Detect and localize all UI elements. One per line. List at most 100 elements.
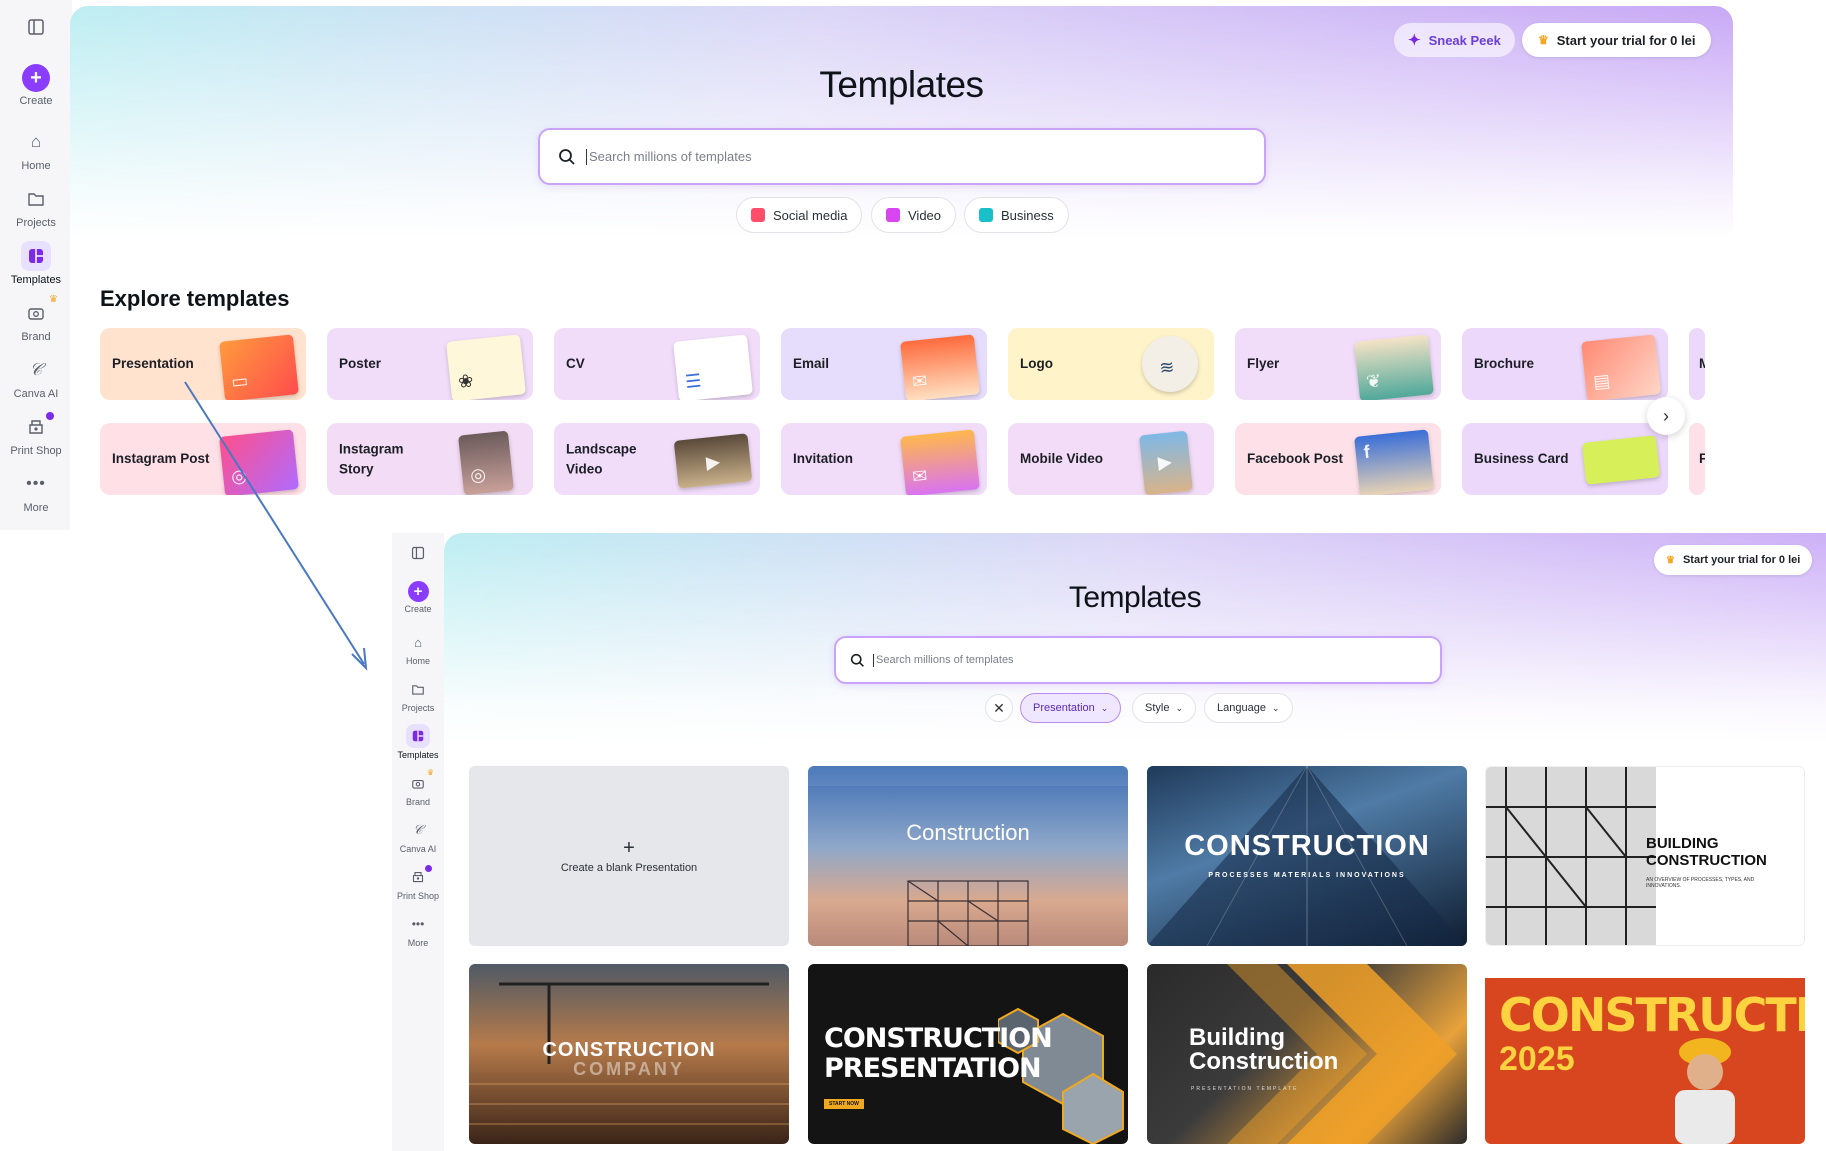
search-input[interactable]: Search millions of templates — [834, 636, 1442, 684]
templates-home-panel: ✦ Sneak Peek ♛ Start your trial for 0 le… — [70, 6, 1733, 536]
search-icon — [559, 148, 575, 165]
canva-ai-icon: 𝒞 — [29, 360, 43, 380]
category-brochure[interactable]: Brochure ▤ — [1462, 328, 1668, 400]
filter-presentation[interactable]: Presentation ⌄ — [1020, 693, 1122, 723]
template-card[interactable]: Construction — [808, 766, 1128, 946]
more-icon: ••• — [411, 917, 425, 931]
category-business-card[interactable]: Business Card — [1462, 423, 1668, 495]
chip-video[interactable]: Video — [871, 197, 957, 233]
presentation-thumbnail: ▭ — [219, 334, 299, 400]
sidebar-item-home[interactable]: ⌂ Home — [392, 630, 444, 667]
sidebar-item-print-shop[interactable]: Print Shop — [0, 412, 72, 457]
slides-icon: ▭ — [230, 370, 250, 392]
template-subtitle: AN OVERVIEW OF PROCESSES, TYPES, AND INN… — [1646, 877, 1755, 889]
sidebar-bottom: + Create ⌂ Home Projects Templates ♛ Bra… — [392, 533, 444, 1151]
filter-style[interactable]: Style ⌄ — [1132, 693, 1197, 723]
email-thumbnail: ✉ — [900, 334, 980, 400]
sparkle-icon: ✦ — [1408, 32, 1421, 49]
mobile-video-thumbnail: ▶ — [1138, 430, 1194, 495]
category-invitation[interactable]: Invitation ✉ — [781, 423, 987, 495]
templates-icon — [406, 724, 430, 748]
carousel-next-button[interactable]: › — [1647, 397, 1685, 435]
flyer-thumbnail: ❦ — [1354, 334, 1434, 400]
category-facebook-post[interactable]: Facebook Post f — [1235, 423, 1441, 495]
search-input[interactable]: Search millions of templates — [538, 128, 1266, 185]
clear-filters-button[interactable]: ✕ — [985, 694, 1013, 722]
sidebar-item-brand[interactable]: ♛ Brand — [392, 768, 444, 807]
template-title: CONSTRUCTION PRESENTATION — [824, 1023, 1053, 1084]
chip-social-media[interactable]: Social media — [736, 197, 863, 233]
text-cursor — [873, 653, 874, 667]
sidebar-item-label: Projects — [16, 217, 56, 229]
category-label: Business Card — [1474, 451, 1569, 467]
template-card[interactable]: CONSTRUCTION PROCESSES MATERIALS INNOVAT… — [1147, 766, 1467, 946]
cv-thumbnail: ☰ — [673, 334, 753, 400]
category-landscape-video[interactable]: Landscape Video ▶ — [554, 423, 760, 495]
sidebar-item-label: More — [407, 938, 429, 948]
brochure-thumbnail: ▤ — [1581, 334, 1661, 400]
category-label: Poster — [339, 356, 382, 372]
template-card[interactable]: CONSTRUCTION 2025 — [1485, 964, 1805, 1144]
sidebar-item-projects[interactable]: Projects — [0, 184, 72, 229]
chip-label: Social media — [773, 207, 848, 223]
template-card[interactable]: Building Construction PRESENTATION TEMPL… — [1147, 964, 1467, 1144]
resume-icon: ☰ — [684, 370, 703, 392]
chip-label: Business — [1001, 207, 1054, 223]
sidebar-item-projects[interactable]: Projects — [392, 677, 444, 713]
sidebar-toggle[interactable] — [0, 12, 72, 42]
category-more-partial[interactable]: M — [1689, 328, 1705, 400]
sidebar-item-more[interactable]: ••• More — [0, 469, 72, 514]
start-trial-button[interactable]: ♛ Start your trial for 0 lei — [1522, 23, 1712, 57]
sidebar-item-canva-ai[interactable]: 𝒞 Canva AI — [392, 818, 444, 855]
plus-icon: + — [623, 837, 635, 859]
category-email[interactable]: Email ✉ — [781, 328, 987, 400]
template-subtitle: PROCESSES MATERIALS INNOVATIONS — [1208, 872, 1406, 879]
sidebar-item-canva-ai[interactable]: 𝒞 Canva AI — [0, 355, 72, 400]
category-poster[interactable]: Poster ❀ — [327, 328, 533, 400]
create-blank-card[interactable]: + Create a blank Presentation — [469, 766, 789, 946]
sidebar-item-home[interactable]: ⌂ Home — [0, 127, 72, 172]
start-trial-button[interactable]: ♛ Start your trial for 0 lei — [1654, 545, 1813, 575]
template-year: 2025 — [1499, 1040, 1575, 1078]
sidebar-item-print-shop[interactable]: Print Shop — [392, 865, 444, 901]
sidebar-item-label: Create — [404, 604, 432, 614]
sidebar-item-label: Templates — [397, 750, 439, 760]
sidebar-item-templates[interactable]: Templates — [0, 241, 72, 286]
sidebar-toggle[interactable] — [392, 541, 444, 565]
search-placeholder: Search millions of templates — [876, 654, 1014, 666]
chip-business[interactable]: Business — [964, 197, 1069, 233]
template-card[interactable]: CONSTRUCTION COMPANY — [469, 964, 789, 1144]
sidebar-item-create[interactable]: + Create — [392, 581, 444, 614]
template-card[interactable]: CONSTRUCTION PRESENTATION START NOW — [808, 964, 1128, 1144]
template-card[interactable]: BUILDING CONSTRUCTION AN OVERVIEW OF PRO… — [1485, 766, 1805, 946]
template-nav-bar — [808, 766, 1128, 786]
category-instagram-story[interactable]: Instagram Story ◎ — [327, 423, 533, 495]
category-instagram-post[interactable]: Instagram Post ◎ — [100, 423, 306, 495]
category-presentation[interactable]: Presentation ▭ — [100, 328, 306, 400]
filter-language[interactable]: Language ⌄ — [1204, 693, 1293, 723]
template-title: CONSTRUCTION — [1184, 830, 1430, 862]
sidebar-top: + Create ⌂ Home Projects Templates ♛ Bra… — [0, 0, 72, 530]
sneak-peek-button[interactable]: ✦ Sneak Peek — [1394, 23, 1515, 57]
category-flyer[interactable]: Flyer ❦ — [1235, 328, 1441, 400]
sidebar-item-label: Create — [19, 95, 53, 107]
template-title: BUILDING CONSTRUCTION — [1646, 835, 1767, 870]
category-label: Mobile Video — [1020, 451, 1104, 467]
chip-label: Video — [908, 207, 942, 223]
template-subtitle: PRESENTATION TEMPLATE — [1191, 1086, 1299, 1092]
presentation-templates-panel: ♛ Start your trial for 0 lei Templates S… — [444, 533, 1826, 1151]
category-logo[interactable]: Logo ≋ — [1008, 328, 1214, 400]
sidebar-item-more[interactable]: ••• More — [392, 912, 444, 948]
category-mobile-video[interactable]: Mobile Video ▶ — [1008, 423, 1214, 495]
category-cv[interactable]: CV ☰ — [554, 328, 760, 400]
category-more-partial[interactable]: F — [1689, 423, 1705, 495]
worker-illustration — [1675, 1038, 1735, 1144]
crown-icon: ♛ — [1666, 554, 1675, 566]
home-icon: ⌂ — [414, 634, 422, 650]
template-subtitle: COMPANY — [573, 1059, 685, 1079]
sidebar-item-brand[interactable]: ♛ Brand — [0, 294, 72, 343]
folder-icon — [21, 184, 51, 214]
sidebar-item-templates[interactable]: Templates — [392, 724, 444, 760]
category-label: F — [1699, 451, 1705, 467]
sidebar-item-create[interactable]: + Create — [0, 64, 72, 107]
